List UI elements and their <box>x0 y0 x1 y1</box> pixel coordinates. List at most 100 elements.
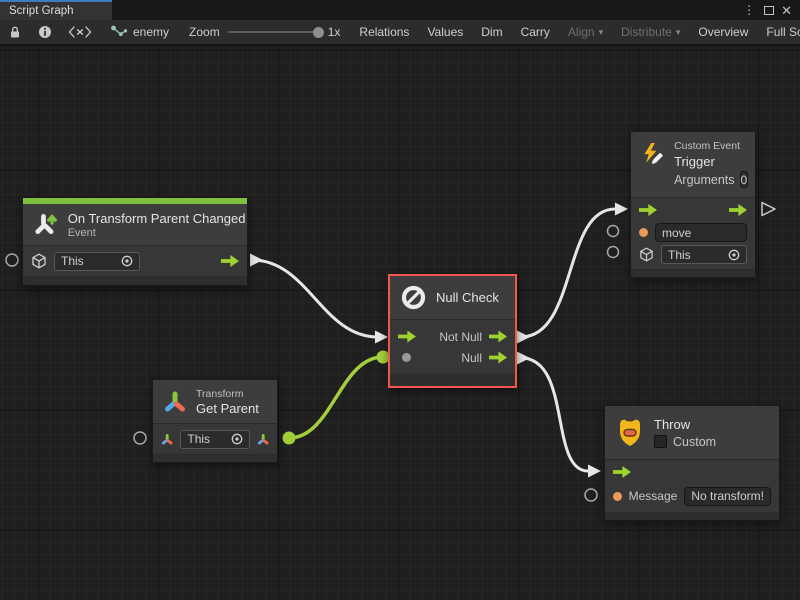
code-view-button[interactable] <box>60 20 100 44</box>
null-icon <box>400 284 427 311</box>
window-controls: ⋮ ✕ <box>741 0 800 20</box>
zoom-slider[interactable] <box>228 31 320 33</box>
zoom-slider-handle[interactable] <box>313 27 324 38</box>
node-category: Transform <box>196 388 259 400</box>
node-footer <box>605 512 779 520</box>
value-input-port[interactable] <box>613 492 622 501</box>
tab-script-graph[interactable]: Script Graph <box>0 0 112 20</box>
lock-icon <box>8 25 22 39</box>
values-button[interactable]: Values <box>418 20 472 44</box>
target-field[interactable]: This <box>661 245 747 264</box>
info-button[interactable] <box>30 20 60 44</box>
flow-output-arrow[interactable] <box>489 331 507 343</box>
port-label: Not Null <box>439 330 482 344</box>
wire-notnull-to-trigger[interactable] <box>521 209 615 337</box>
node-title: Throw <box>654 417 716 432</box>
value-output-port[interactable] <box>283 432 296 445</box>
message-field[interactable]: No transform! <box>684 487 771 506</box>
wire-getparent-to-nullcheck[interactable] <box>289 357 383 438</box>
flow-output-port[interactable] <box>517 331 530 344</box>
wire-event-to-nullcheck[interactable] <box>252 260 378 337</box>
dim-button[interactable]: Dim <box>472 20 511 44</box>
node-on-transform-parent-changed[interactable]: On Transform Parent Changed Event This <box>22 197 248 286</box>
node-header: Throw Custom <box>605 406 779 460</box>
target-row: This <box>631 243 755 266</box>
object-picker-icon[interactable] <box>728 249 740 261</box>
node-trigger-custom-event[interactable]: Custom Event Trigger Arguments 0 move <box>630 131 756 278</box>
object-picker-icon[interactable] <box>121 255 133 267</box>
target-row: This <box>23 246 247 276</box>
graph-canvas[interactable]: On Transform Parent Changed Event This <box>0 46 800 600</box>
fullscreen-button[interactable]: Full Screen <box>757 20 800 44</box>
event-name-row: move <box>631 222 755 243</box>
unconnected-port[interactable] <box>134 432 146 444</box>
value-input-port[interactable] <box>402 353 411 362</box>
wire-null-to-throw[interactable] <box>521 358 588 471</box>
gameobject-cube-icon <box>639 247 654 262</box>
flow-output-arrow[interactable] <box>729 204 747 216</box>
graph-reference[interactable]: enemy <box>100 20 179 44</box>
node-header: Custom Event Trigger Arguments 0 <box>631 132 755 198</box>
message-row: Message No transform! <box>605 484 779 508</box>
info-icon <box>38 25 52 39</box>
unconnected-port[interactable] <box>608 247 619 258</box>
arguments-label: Arguments <box>674 173 734 187</box>
tab-strip: Script Graph ⋮ ✕ <box>0 0 800 20</box>
maximize-icon[interactable] <box>764 6 774 15</box>
node-header: Transform Get Parent <box>153 380 277 424</box>
align-dropdown[interactable]: Align <box>559 20 612 44</box>
zoom-label: Zoom <box>189 25 220 39</box>
graph-icon <box>110 25 127 40</box>
graph-toolbar: enemy Zoom 1x Relations Values Dim Carry… <box>0 20 800 45</box>
distribute-dropdown[interactable]: Distribute <box>612 20 689 44</box>
unconnected-port[interactable] <box>6 254 18 266</box>
carry-button[interactable]: Carry <box>512 20 559 44</box>
flow-output-port[interactable] <box>517 352 530 365</box>
close-icon[interactable]: ✕ <box>781 4 792 17</box>
flow-row <box>631 198 755 222</box>
node-footer <box>390 374 515 386</box>
flow-input-port[interactable] <box>375 331 388 344</box>
custom-event-icon <box>641 140 665 170</box>
node-title: Null Check <box>436 290 499 305</box>
lock-button[interactable] <box>0 20 30 44</box>
node-get-parent[interactable]: Transform Get Parent This <box>152 379 278 463</box>
node-category: Custom Event <box>674 140 745 152</box>
unconnected-port[interactable] <box>585 489 597 501</box>
node-header: On Transform Parent Changed Event <box>23 204 247 246</box>
kebab-menu-icon[interactable]: ⋮ <box>741 4 757 16</box>
node-title: Get Parent <box>196 401 259 416</box>
node-footer <box>153 454 277 462</box>
flow-output-arrow[interactable] <box>489 352 507 364</box>
unconnected-port[interactable] <box>608 226 619 237</box>
flow-input-port[interactable] <box>588 465 601 478</box>
gameobject-cube-icon <box>31 253 47 269</box>
node-null-check[interactable]: Null Check Not Null Null <box>388 274 517 388</box>
node-footer <box>631 269 755 277</box>
not-null-row: Not Null <box>390 326 515 347</box>
custom-checkbox[interactable] <box>654 435 667 448</box>
overview-button[interactable]: Overview <box>689 20 757 44</box>
unconnected-flow-port[interactable] <box>762 203 775 216</box>
arguments-field[interactable]: 0 <box>740 171 749 188</box>
transform-mini-icon <box>161 433 173 446</box>
value-input-port[interactable] <box>639 228 648 237</box>
flow-input-arrow[interactable] <box>398 331 416 343</box>
null-row: Null <box>390 347 515 368</box>
unity-visual-scripting-window: Script Graph ⋮ ✕ <box>0 0 800 600</box>
flow-output-port[interactable] <box>250 254 263 267</box>
transform-icon <box>163 390 187 414</box>
node-title: On Transform Parent Changed <box>68 211 237 226</box>
custom-label: Custom <box>673 435 716 449</box>
target-field[interactable]: This <box>54 252 140 271</box>
node-body: Not Null Null <box>390 320 515 374</box>
object-picker-icon[interactable] <box>231 433 243 445</box>
flow-output-arrow[interactable] <box>221 255 239 267</box>
event-name-field[interactable]: move <box>655 223 747 242</box>
relations-button[interactable]: Relations <box>350 20 418 44</box>
target-field[interactable]: This <box>180 430 249 449</box>
flow-input-port[interactable] <box>615 203 628 216</box>
node-throw[interactable]: Throw Custom Message No transform! <box>604 405 780 521</box>
flow-input-arrow[interactable] <box>613 466 631 478</box>
flow-input-arrow[interactable] <box>639 204 657 216</box>
